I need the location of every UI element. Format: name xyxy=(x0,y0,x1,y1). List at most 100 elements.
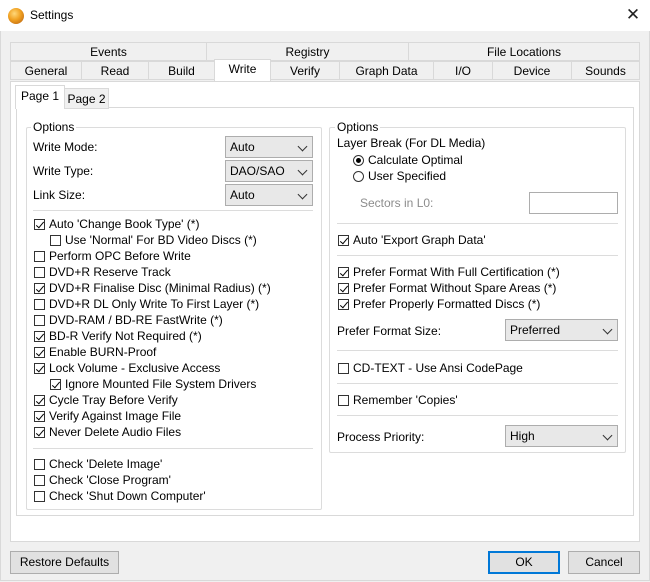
checkbox-box xyxy=(338,394,349,406)
checkbox-box xyxy=(34,474,45,486)
divider xyxy=(337,255,618,256)
checkbox-label: Verify Against Image File xyxy=(49,409,182,423)
chevron-down-icon xyxy=(602,324,613,335)
checkbox-box xyxy=(34,346,45,358)
dvd-r-finalise-disc-checkbox[interactable]: DVD+R Finalise Disc (Minimal Radius) (*) xyxy=(34,280,271,296)
checkbox-label: Enable BURN-Proof xyxy=(49,345,157,359)
ok-button[interactable]: OK xyxy=(488,551,560,574)
checkbox-box xyxy=(34,330,45,342)
verify-against-image-checkbox[interactable]: Verify Against Image File xyxy=(34,408,181,424)
prefer-format-size-select[interactable]: Preferred xyxy=(505,319,618,341)
checkbox-box xyxy=(34,314,45,326)
checkbox-box xyxy=(338,266,349,278)
close-icon[interactable]: ✕ xyxy=(620,4,646,26)
tab-write[interactable]: Write xyxy=(214,59,271,81)
write-mode-label: Write Mode: xyxy=(33,140,98,154)
checkbox-box xyxy=(34,426,45,438)
checkbox-box xyxy=(50,234,61,246)
subtab-page-2[interactable]: Page 2 xyxy=(64,88,109,109)
checkbox-box xyxy=(34,362,45,374)
divider xyxy=(337,383,618,384)
perform-opc-checkbox[interactable]: Perform OPC Before Write xyxy=(34,248,191,264)
checkbox-label: Check 'Delete Image' xyxy=(49,457,163,471)
tab-read[interactable]: Read xyxy=(81,61,149,80)
auto-change-book-type-checkbox[interactable]: Auto 'Change Book Type' (*) xyxy=(34,216,199,232)
tab-device[interactable]: Device xyxy=(492,61,572,80)
chevron-down-icon xyxy=(602,430,613,441)
divider xyxy=(33,210,313,211)
link-size-value: Auto xyxy=(230,188,255,202)
checkbox-box xyxy=(34,394,45,406)
checkbox-label: DVD-RAM / BD-RE FastWrite (*) xyxy=(49,313,223,327)
check-delete-image-checkbox[interactable]: Check 'Delete Image' xyxy=(34,456,162,472)
tab-build[interactable]: Build xyxy=(148,61,215,80)
check-shut-down-checkbox[interactable]: Check 'Shut Down Computer' xyxy=(34,488,206,504)
sectors-in-l0-input[interactable] xyxy=(529,192,618,214)
cd-text-ansi-checkbox[interactable]: CD-TEXT - Use Ansi CodePage xyxy=(338,360,523,376)
link-size-select[interactable]: Auto xyxy=(225,184,313,206)
checkbox-label: Perform OPC Before Write xyxy=(49,249,191,263)
never-delete-audio-checkbox[interactable]: Never Delete Audio Files xyxy=(34,424,181,440)
radio-label: Calculate Optimal xyxy=(368,153,463,167)
checkbox-label: BD-R Verify Not Required (*) xyxy=(49,329,202,343)
checkbox-label: Remember 'Copies' xyxy=(353,393,458,407)
checkbox-label: Prefer Format With Full Certification (*… xyxy=(353,265,560,279)
chevron-down-icon xyxy=(297,165,308,176)
checkbox-box xyxy=(34,298,45,310)
ignore-mounted-fs-checkbox[interactable]: Ignore Mounted File System Drivers xyxy=(50,376,256,392)
checkbox-label: Prefer Properly Formatted Discs (*) xyxy=(353,297,541,311)
tab-io[interactable]: I/O xyxy=(433,61,493,80)
tab-file-locations[interactable]: File Locations xyxy=(408,42,640,61)
checkbox-label: DVD+R Finalise Disc (Minimal Radius) (*) xyxy=(49,281,271,295)
process-priority-value: High xyxy=(510,429,535,443)
user-specified-radio[interactable]: User Specified xyxy=(353,168,446,184)
restore-defaults-button[interactable]: Restore Defaults xyxy=(10,551,119,574)
checkbox-label: Ignore Mounted File System Drivers xyxy=(65,377,257,391)
checkbox-box xyxy=(34,410,45,422)
checkbox-label: DVD+R DL Only Write To First Layer (*) xyxy=(49,297,260,311)
write-type-select[interactable]: DAO/SAO xyxy=(225,160,313,182)
use-normal-bd-video-checkbox[interactable]: Use 'Normal' For BD Video Discs (*) xyxy=(50,232,257,248)
tab-events[interactable]: Events xyxy=(10,42,207,61)
write-mode-select[interactable]: Auto xyxy=(225,136,313,158)
right-group-title: Options xyxy=(335,120,381,134)
prefer-full-certification-checkbox[interactable]: Prefer Format With Full Certification (*… xyxy=(338,264,560,280)
tab-general[interactable]: General xyxy=(10,61,82,80)
checkbox-box xyxy=(338,298,349,310)
enable-burn-proof-checkbox[interactable]: Enable BURN-Proof xyxy=(34,344,156,360)
subtab-page-1[interactable]: Page 1 xyxy=(15,85,65,109)
checkbox-box xyxy=(338,362,349,374)
tab-verify[interactable]: Verify xyxy=(270,61,340,80)
dvd-ram-fastwrite-checkbox[interactable]: DVD-RAM / BD-RE FastWrite (*) xyxy=(34,312,223,328)
prefer-format-size-label: Prefer Format Size: xyxy=(337,324,442,338)
checkbox-box xyxy=(34,250,45,262)
prefer-properly-formatted-checkbox[interactable]: Prefer Properly Formatted Discs (*) xyxy=(338,296,540,312)
left-group-title: Options xyxy=(31,120,77,134)
prefer-without-spare-checkbox[interactable]: Prefer Format Without Spare Areas (*) xyxy=(338,280,556,296)
auto-export-graph-checkbox[interactable]: Auto 'Export Graph Data' xyxy=(338,232,486,248)
dvd-r-reserve-track-checkbox[interactable]: DVD+R Reserve Track xyxy=(34,264,171,280)
check-close-program-checkbox[interactable]: Check 'Close Program' xyxy=(34,472,171,488)
cycle-tray-checkbox[interactable]: Cycle Tray Before Verify xyxy=(34,392,178,408)
tab-graph-data[interactable]: Graph Data xyxy=(339,61,434,80)
checkbox-label: DVD+R Reserve Track xyxy=(49,265,171,279)
checkbox-box xyxy=(34,218,45,230)
bd-r-verify-not-required-checkbox[interactable]: BD-R Verify Not Required (*) xyxy=(34,328,202,344)
dvd-r-dl-first-layer-checkbox[interactable]: DVD+R DL Only Write To First Layer (*) xyxy=(34,296,259,312)
checkbox-box xyxy=(34,458,45,470)
radio-dot xyxy=(353,154,364,166)
layer-break-label: Layer Break (For DL Media) xyxy=(337,136,486,150)
checkbox-label: Prefer Format Without Spare Areas (*) xyxy=(353,281,557,295)
checkbox-label: Never Delete Audio Files xyxy=(49,425,182,439)
checkbox-label: Check 'Close Program' xyxy=(49,473,171,487)
lock-volume-checkbox[interactable]: Lock Volume - Exclusive Access xyxy=(34,360,220,376)
remember-copies-checkbox[interactable]: Remember 'Copies' xyxy=(338,392,458,408)
cancel-button[interactable]: Cancel xyxy=(568,551,640,574)
tab-sounds[interactable]: Sounds xyxy=(571,61,640,80)
divider xyxy=(337,223,618,224)
chevron-down-icon xyxy=(297,189,308,200)
calculate-optimal-radio[interactable]: Calculate Optimal xyxy=(353,152,463,168)
process-priority-select[interactable]: High xyxy=(505,425,618,447)
title-bar xyxy=(0,0,650,31)
window-title: Settings xyxy=(30,8,74,22)
